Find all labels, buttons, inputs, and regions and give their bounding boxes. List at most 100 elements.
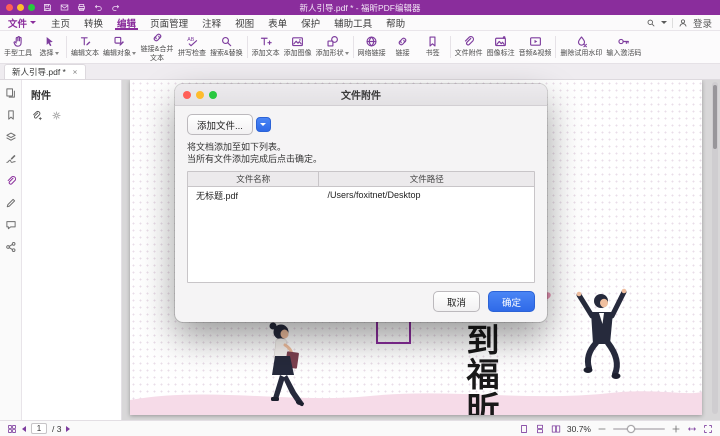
continuous-view-icon[interactable] (535, 424, 545, 434)
select-tool-button[interactable]: 选择 (34, 32, 64, 62)
add-image-icon (291, 35, 304, 48)
scrollbar-thumb[interactable] (713, 85, 717, 149)
enter-activation-code-button[interactable]: 输入激活码 (604, 32, 643, 62)
add-text-button[interactable]: 添加文本 (250, 32, 282, 62)
add-image-button[interactable]: 添加图像 (282, 32, 314, 62)
tab-convert[interactable]: 转换 (77, 15, 110, 30)
zoom-out-icon[interactable] (597, 424, 607, 434)
illustration-woman (270, 323, 305, 407)
tab-home[interactable]: 主页 (44, 15, 77, 30)
add-shape-button[interactable]: 添加形状 (314, 32, 351, 62)
tool-label: 链接 (396, 50, 410, 58)
tab-page-management[interactable]: 页面管理 (143, 15, 195, 30)
toolbar-divider (353, 36, 354, 58)
search-replace-button[interactable]: 搜索&替换 (208, 32, 245, 62)
bookmark-button[interactable]: 书签 (418, 32, 448, 62)
cell-file-name: 无标题.pdf (188, 187, 319, 203)
strip-edit-button[interactable] (5, 197, 17, 209)
tool-label: 编辑对象 (103, 50, 131, 58)
document-tab[interactable]: 新人引导.pdf * (4, 64, 86, 79)
chevron-down-icon[interactable] (661, 21, 667, 24)
column-header-file-path: 文件路径 (319, 172, 534, 186)
close-window-button[interactable] (6, 4, 13, 11)
add-file-button[interactable]: 添加文件... (187, 114, 253, 135)
tab-view[interactable]: 视图 (228, 15, 261, 30)
search-icon[interactable] (646, 18, 656, 28)
hand-tool-button[interactable]: 手型工具 (2, 32, 34, 62)
remove-trial-watermark-button[interactable]: 删除试用水印 (558, 32, 604, 62)
hand-icon (12, 35, 25, 48)
attachment-table: 文件名称 文件路径 无标题.pdf /Users/foxitnet/Deskto… (187, 171, 535, 283)
window-titlebar: 新人引导.pdf * - 福昕PDF编辑器 (0, 0, 720, 15)
vertical-scrollbar[interactable] (712, 82, 718, 414)
watermark-droplet-icon (575, 35, 588, 48)
paperclip-icon (462, 35, 475, 48)
dialog-zoom-button[interactable] (209, 91, 217, 99)
dialog-close-button[interactable] (183, 91, 191, 99)
pink-wave-decoration (130, 391, 702, 415)
page-number-input[interactable] (31, 423, 47, 434)
tab-accessibility[interactable]: 辅助工具 (327, 15, 379, 30)
edit-text-button[interactable]: 编辑文本 (69, 32, 101, 62)
fullscreen-icon[interactable] (703, 424, 713, 434)
next-page-icon[interactable] (66, 426, 70, 432)
tab-comment[interactable]: 注释 (195, 15, 228, 30)
minimize-window-button[interactable] (17, 4, 24, 11)
image-annotation-button[interactable]: 图像标注 (485, 32, 517, 62)
previous-page-icon[interactable] (22, 426, 26, 432)
strip-layers-button[interactable] (5, 131, 17, 143)
file-attachment-button[interactable]: 文件附件 (453, 32, 485, 62)
search-replace-icon (220, 35, 233, 48)
spell-check-button[interactable]: AB 拼写检查 (176, 32, 208, 62)
add-text-icon (259, 35, 272, 48)
facing-pages-view-icon[interactable] (551, 424, 561, 434)
single-page-view-icon[interactable] (519, 424, 529, 434)
file-menu[interactable]: 文件 (8, 15, 36, 30)
web-link-button[interactable]: 网络链接 (356, 32, 388, 62)
zoom-slider-knob[interactable] (627, 425, 635, 433)
settings-gear-icon[interactable] (51, 110, 62, 121)
add-file-dropdown-button[interactable] (256, 117, 271, 132)
email-icon[interactable] (60, 3, 69, 12)
attachment-table-header: 文件名称 文件路径 (188, 172, 534, 187)
attachment-table-row[interactable]: 无标题.pdf /Users/foxitnet/Desktop (188, 187, 534, 203)
strip-bookmarks-button[interactable] (5, 109, 17, 121)
print-icon[interactable] (77, 3, 86, 12)
redo-icon[interactable] (111, 3, 120, 12)
close-icon[interactable] (72, 69, 78, 75)
login-link[interactable]: 登录 (693, 16, 712, 30)
strip-thumbnails-button[interactable] (5, 87, 17, 99)
dialog-minimize-button[interactable] (196, 91, 204, 99)
strip-signature-button[interactable] (5, 153, 17, 165)
chevron-down-icon (132, 52, 136, 55)
cursor-icon (43, 35, 56, 48)
chevron-down-icon (345, 52, 349, 55)
dialog-title: 文件附件 (175, 87, 547, 102)
cancel-button[interactable]: 取消 (433, 291, 480, 312)
tool-label: 链接&合并文本 (140, 46, 174, 62)
fit-width-icon[interactable] (687, 424, 697, 434)
strip-comments-button[interactable] (5, 219, 17, 231)
user-icon[interactable] (678, 18, 688, 28)
ok-button[interactable]: 确定 (488, 291, 535, 312)
dialog-hint-2: 当所有文件添加完成后点击确定。 (187, 154, 535, 166)
signature-icon (5, 153, 17, 165)
zoom-window-button[interactable] (28, 4, 35, 11)
strip-attachments-button[interactable] (5, 175, 17, 187)
tab-edit[interactable]: 编辑 (110, 15, 143, 30)
link-join-text-button[interactable]: 链接&合并文本 (138, 32, 176, 62)
tab-form[interactable]: 表单 (261, 15, 294, 30)
strip-share-button[interactable] (5, 241, 17, 253)
audio-video-button[interactable]: 音频&视频 (517, 32, 554, 62)
edit-object-button[interactable]: 编辑对象 (101, 32, 138, 62)
zoom-slider[interactable] (613, 428, 665, 430)
zoom-in-icon[interactable] (671, 424, 681, 434)
add-attachment-icon[interactable] (31, 110, 42, 121)
link-button[interactable]: 链接 (388, 32, 418, 62)
grid-view-icon[interactable] (7, 424, 17, 434)
save-icon[interactable] (43, 3, 52, 12)
undo-icon[interactable] (94, 3, 103, 12)
tab-help[interactable]: 帮助 (379, 15, 412, 30)
tool-label: 添加形状 (316, 50, 344, 58)
tab-protect[interactable]: 保护 (294, 15, 327, 30)
